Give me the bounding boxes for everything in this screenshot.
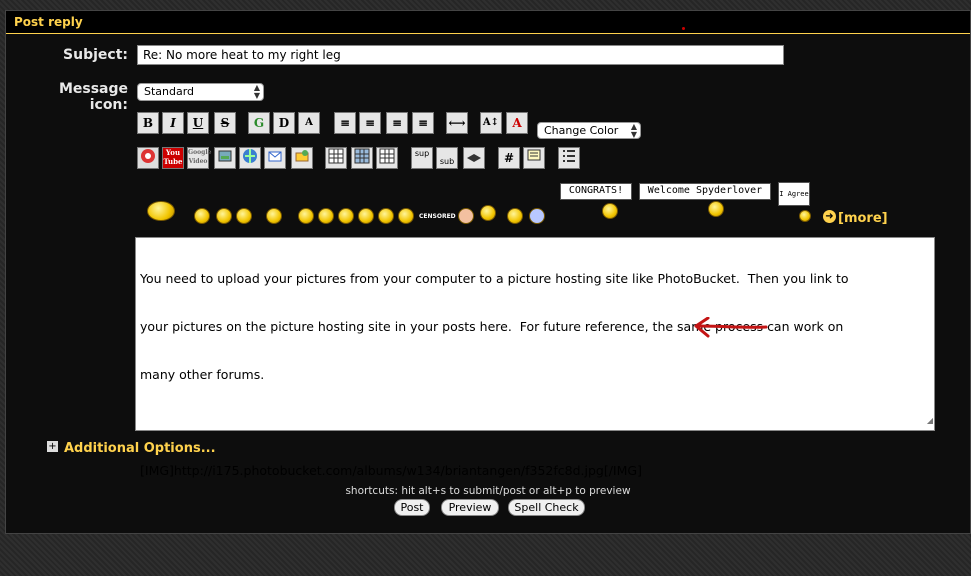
table-row-icon[interactable]: [351, 147, 373, 169]
code-button[interactable]: #: [498, 147, 520, 169]
underline-button[interactable]: U: [187, 112, 209, 134]
cop-smiley-icon[interactable]: [507, 208, 523, 224]
red-arrow-annotation: [694, 317, 768, 338]
sign-smiley-icon[interactable]: [266, 208, 282, 224]
message-icon-select[interactable]: Standard ▲ ▼: [137, 83, 264, 101]
cool-smiley-icon[interactable]: [236, 208, 252, 224]
agree-sign: I Agree: [778, 182, 810, 206]
flower-smiley-icon[interactable]: [147, 201, 175, 221]
table-icon[interactable]: [325, 147, 347, 169]
superscript-button[interactable]: sup: [411, 147, 433, 169]
more-smilies-link[interactable]: [more]: [838, 211, 888, 226]
message-line: many other forums.: [140, 367, 265, 382]
subscript-button[interactable]: sub: [436, 147, 458, 169]
ftp-icon[interactable]: [291, 147, 313, 169]
select-arrows-icon: ▲ ▼: [630, 122, 637, 139]
message-line: your pictures on the picture hosting sit…: [140, 319, 844, 334]
select-arrows-icon: ▲ ▼: [253, 83, 260, 100]
bold-button[interactable]: B: [137, 112, 159, 134]
youtube-icon[interactable]: You Tube: [162, 147, 184, 169]
red-dot: [682, 27, 685, 30]
more-arrow-icon[interactable]: ➜: [823, 210, 836, 223]
smile-smiley-icon[interactable]: [358, 208, 374, 224]
shadow-button[interactable]: D: [273, 112, 295, 134]
message-line: [140, 415, 930, 431]
censored-smiley-icon[interactable]: CENSORED: [419, 213, 456, 220]
google-video-icon[interactable]: Google Video: [187, 147, 211, 169]
sunglasses-smiley-icon[interactable]: [318, 208, 334, 224]
change-color-label: Change Color: [544, 124, 619, 137]
horizontal-rule-button[interactable]: ⟷: [446, 112, 468, 134]
shortcuts-hint: shortcuts: hit alt+s to submit/post or a…: [345, 485, 631, 497]
italic-button[interactable]: I: [162, 112, 184, 134]
teletype-icon[interactable]: [463, 147, 485, 169]
message-line: [IMG]http://i175.photobucket.com/albums/…: [140, 463, 642, 478]
congrats-smiley-icon[interactable]: [602, 203, 618, 219]
align-right-button[interactable]: ≡: [412, 112, 434, 134]
pirate-smiley-icon[interactable]: [194, 208, 210, 224]
strike-button[interactable]: S: [214, 112, 236, 134]
align-justify-button[interactable]: ≡: [359, 112, 381, 134]
laugh-smiley-icon[interactable]: [338, 208, 354, 224]
panel-title: Post reply: [14, 15, 83, 29]
list-icon[interactable]: [558, 147, 580, 169]
glow-button[interactable]: G: [248, 112, 270, 134]
table-column-icon[interactable]: [376, 147, 398, 169]
resize-handle-icon[interactable]: ◢: [927, 413, 933, 429]
image-icon[interactable]: [214, 147, 236, 169]
congrats-sign: CONGRATS!: [560, 183, 632, 200]
panel-header: Post reply: [6, 11, 970, 34]
preview-button[interactable]: Preview: [441, 499, 499, 516]
face-smiley-icon[interactable]: [458, 208, 474, 224]
flash-icon[interactable]: [137, 147, 159, 169]
spell-check-button[interactable]: Spell Check: [508, 499, 585, 516]
cold-smiley-icon[interactable]: [529, 208, 545, 224]
expand-plus-icon[interactable]: +: [47, 441, 58, 452]
font-color-button[interactable]: A: [506, 112, 528, 134]
agree-smiley-icon[interactable]: [799, 210, 811, 222]
globe-link-icon[interactable]: [239, 147, 261, 169]
additional-options-link[interactable]: Additional Options...: [64, 441, 216, 456]
grin-smiley-icon[interactable]: [216, 208, 232, 224]
subject-input[interactable]: Re: No more heat to my right leg: [137, 45, 784, 65]
direction-button[interactable]: A: [298, 112, 320, 134]
message-icon-label: Message icon:: [58, 81, 128, 113]
message-line: You need to upload your pictures from yo…: [140, 271, 849, 286]
wink-smiley-icon[interactable]: [378, 208, 394, 224]
change-color-select[interactable]: Change Color ▲ ▼: [537, 122, 641, 139]
smiley-icon[interactable]: [298, 208, 314, 224]
align-left-button[interactable]: ≡: [334, 112, 356, 134]
email-link-icon[interactable]: [264, 147, 286, 169]
post-reply-panel: Post reply Subject: Re: No more heat to …: [5, 10, 971, 534]
jester-smiley-icon[interactable]: [480, 205, 496, 221]
welcome-sign: Welcome Spyderlover: [639, 183, 771, 200]
font-size-button[interactable]: A↕: [480, 112, 502, 134]
subject-label: Subject:: [63, 47, 128, 63]
welcome-smiley-icon[interactable]: [708, 201, 724, 217]
message-textarea[interactable]: You need to upload your pictures from yo…: [135, 237, 935, 478]
align-center-button[interactable]: ≡: [386, 112, 408, 134]
post-button[interactable]: Post: [394, 499, 430, 516]
quote-icon[interactable]: [523, 147, 545, 169]
happy-smiley-icon[interactable]: [398, 208, 414, 224]
message-icon-value: Standard: [144, 85, 195, 98]
